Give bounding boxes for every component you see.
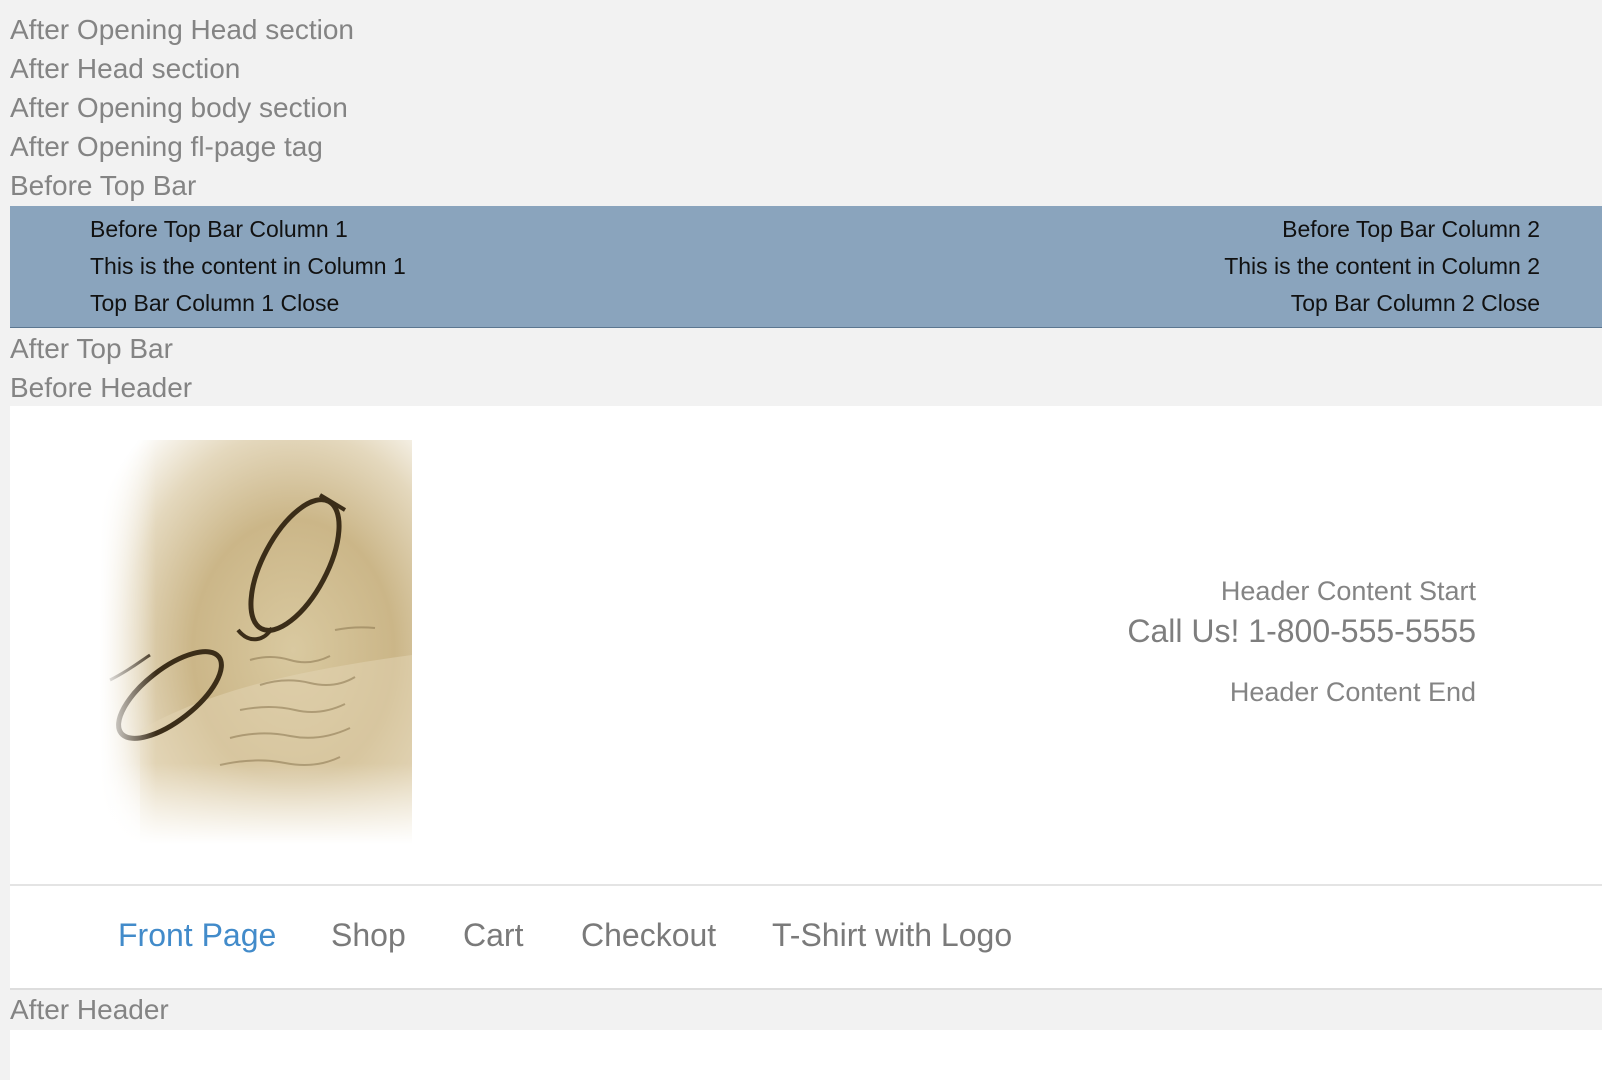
hook-before-header: Before Header xyxy=(10,372,193,403)
hook-after-opening-body: After Opening body section xyxy=(10,92,348,123)
hook-before-top-bar: Before Top Bar xyxy=(10,170,197,201)
hook-after-top-bar: After Top Bar xyxy=(10,333,173,364)
site-logo[interactable] xyxy=(100,440,412,844)
nav-item-t-shirt-with-logo[interactable]: T-Shirt with Logo xyxy=(772,919,1012,951)
main-nav: Front Page Shop Cart Checkout T-Shirt wi… xyxy=(10,886,1602,990)
header-content-end: Header Content End xyxy=(1229,677,1476,707)
hook-after-head: After Head section xyxy=(10,53,241,84)
hook-after-opening-fl-page: After Opening fl-page tag xyxy=(10,131,323,162)
nav-item-cart[interactable]: Cart xyxy=(463,919,523,951)
content-area xyxy=(10,1030,1602,1080)
nav-item-shop[interactable]: Shop xyxy=(331,919,406,951)
header-content: Header Content Start Call Us! 1-800-555-… xyxy=(1127,578,1476,706)
nav-item-front-page[interactable]: Front Page xyxy=(118,919,276,951)
hook-after-header: After Header xyxy=(10,994,169,1025)
top-bar-col1-before: Before Top Bar Column 1 xyxy=(90,216,348,242)
top-bar-col2-close: Top Bar Column 2 Close xyxy=(1290,290,1540,316)
call-us-phone: Call Us! 1-800-555-5555 xyxy=(1127,613,1476,649)
top-bar-col1-close: Top Bar Column 1 Close xyxy=(90,290,340,316)
header-content-start: Header Content Start xyxy=(1220,576,1476,606)
hook-after-opening-head: After Opening Head section xyxy=(10,14,354,45)
reading-glasses-logo-icon xyxy=(100,440,412,844)
nav-item-checkout[interactable]: Checkout xyxy=(581,919,716,951)
top-bar-col2-content: This is the content in Column 2 xyxy=(1224,253,1540,279)
page: After Opening Head section After Head se… xyxy=(0,0,1602,1080)
top-bar: Before Top Bar Column 1 This is the cont… xyxy=(10,206,1602,328)
top-bar-col2-before: Before Top Bar Column 2 xyxy=(1282,216,1540,242)
top-bar-col1-content: This is the content in Column 1 xyxy=(90,253,406,279)
site-header: Header Content Start Call Us! 1-800-555-… xyxy=(10,406,1602,886)
